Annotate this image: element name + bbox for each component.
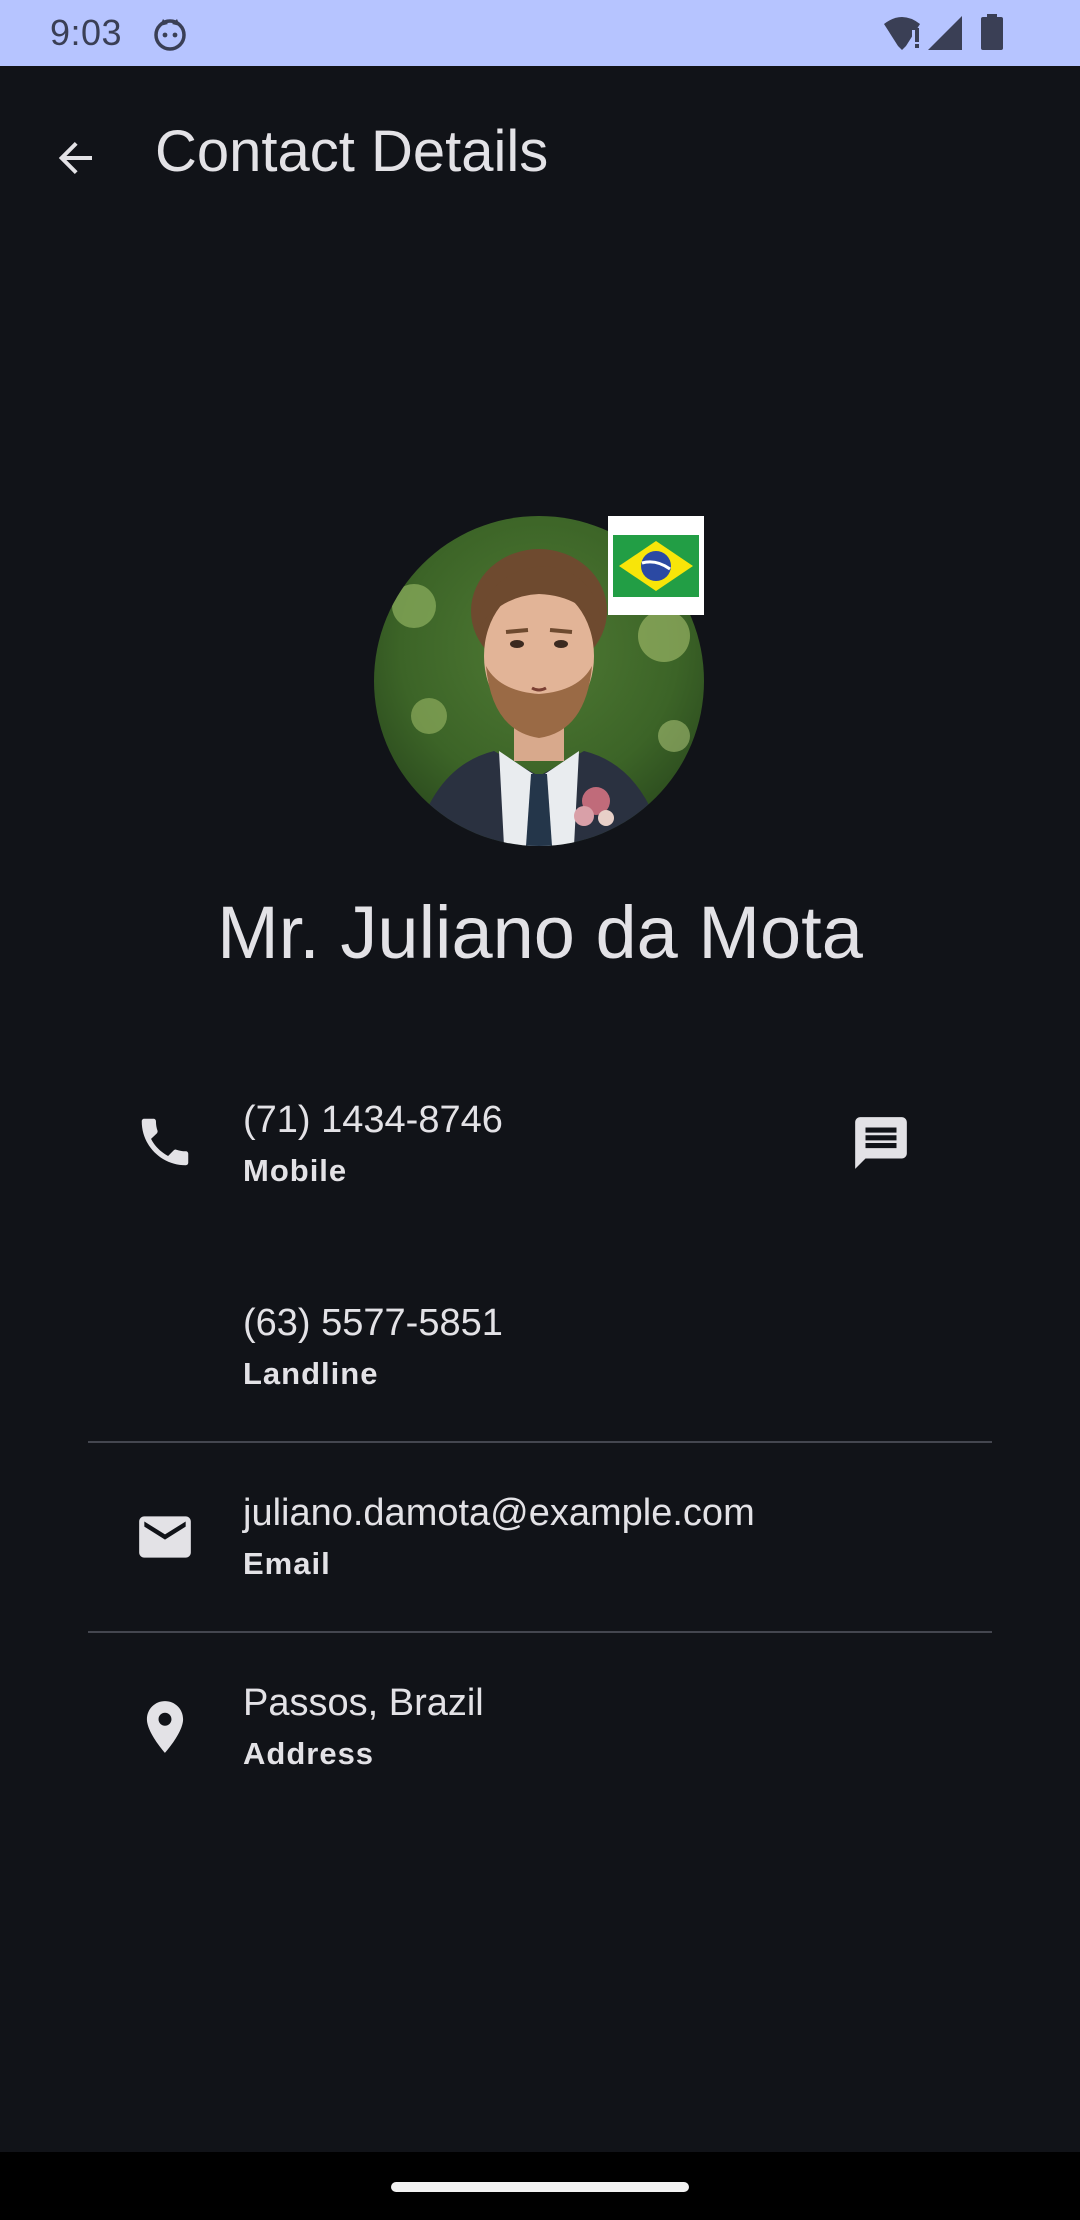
flag-badge xyxy=(608,516,704,615)
arrow-back-icon xyxy=(58,142,92,174)
landline-label: Landline xyxy=(243,1356,379,1391)
email-address: juliano.damota@example.com xyxy=(243,1492,755,1534)
status-time: 9:03 xyxy=(50,12,123,53)
app-bar: Contact Details xyxy=(0,66,1080,241)
brazil-flag-icon xyxy=(613,534,699,597)
battery-icon xyxy=(981,14,1003,50)
contact-name: Mr. Juliano da Mota xyxy=(217,891,863,974)
contact-details-screen: 9:03 Contact Details Mr. Juliano da Mota… xyxy=(0,0,1080,2220)
signal-icon xyxy=(928,16,962,50)
cat-notification-icon xyxy=(154,19,186,51)
status-bar: 9:03 xyxy=(0,0,1080,66)
email-row[interactable]: juliano.damota@example.com Email xyxy=(0,1478,1080,1608)
email-label: Email xyxy=(243,1546,331,1581)
landline-number: (63) 5577-5851 xyxy=(243,1302,503,1344)
location-pin-icon xyxy=(146,1701,184,1753)
phone-icon xyxy=(141,1118,189,1166)
message-button[interactable] xyxy=(845,1107,917,1179)
phone-row-mobile[interactable]: (71) 1434-8746 Mobile xyxy=(0,1085,1080,1215)
divider xyxy=(88,1441,992,1443)
phone-row-landline[interactable]: (63) 5577-5851 Landline xyxy=(0,1288,1080,1418)
address-row[interactable]: Passos, Brazil Address xyxy=(0,1668,1080,1798)
page-title: Contact Details xyxy=(155,119,549,184)
email-icon xyxy=(139,1516,191,1558)
mobile-label: Mobile xyxy=(243,1153,348,1188)
avatar-container xyxy=(374,516,704,846)
back-button[interactable] xyxy=(40,122,112,194)
address-label: Address xyxy=(243,1736,375,1771)
divider xyxy=(88,1631,992,1633)
address-value: Passos, Brazil xyxy=(243,1682,484,1724)
mobile-number: (71) 1434-8746 xyxy=(243,1099,503,1141)
wifi-icon xyxy=(884,17,920,50)
message-icon xyxy=(855,1117,907,1169)
navigation-bar xyxy=(0,2152,1080,2220)
home-indicator[interactable] xyxy=(391,2182,689,2192)
